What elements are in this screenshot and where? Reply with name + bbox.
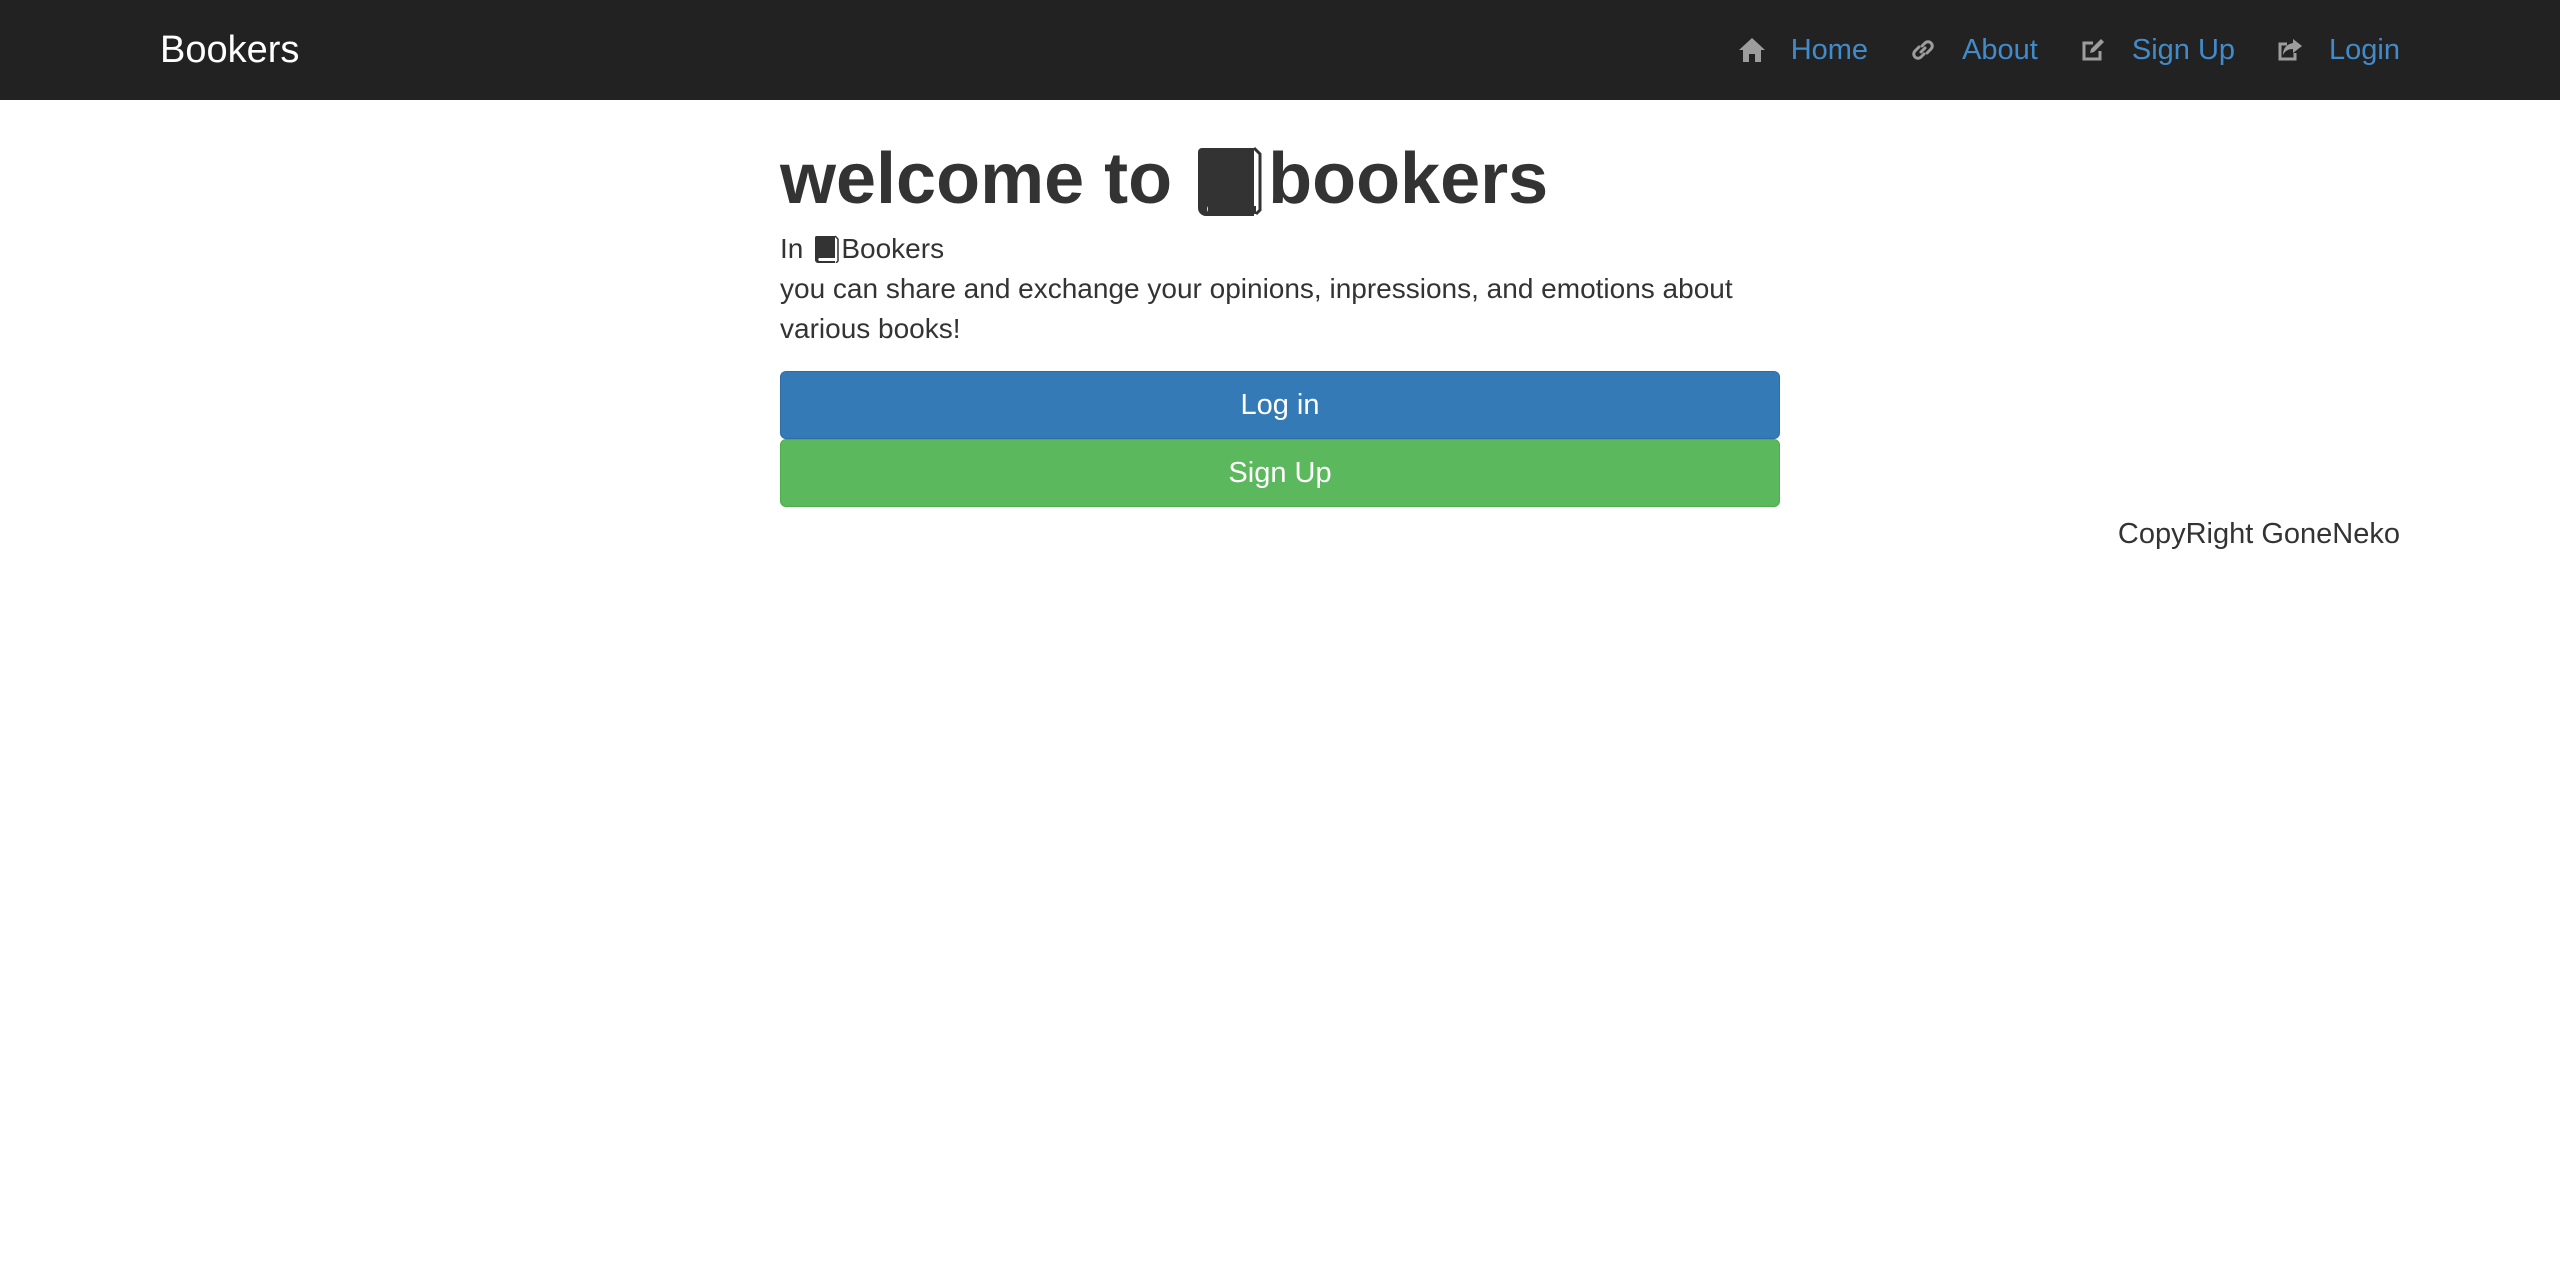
page-title: welcome to bookers <box>780 139 1780 219</box>
link-icon <box>1908 35 1938 65</box>
nav-link-signup[interactable]: Sign Up <box>2132 34 2235 67</box>
nav-menu: Home About Sign Up Login <box>1737 0 2400 100</box>
nav-link-login[interactable]: Login <box>2329 34 2400 67</box>
book-icon <box>813 235 840 264</box>
nav-item-home[interactable]: Home <box>1737 34 1868 67</box>
main-content: welcome to bookers In Bookers you can sh… <box>780 100 1780 508</box>
brand-logo[interactable]: Bookers <box>160 0 299 100</box>
intro-text-block: In Bookers you can share and exchange yo… <box>780 229 1780 349</box>
intro-brand: Bookers <box>841 233 945 265</box>
nav-item-login[interactable]: Login <box>2275 34 2400 67</box>
intro-description: you can share and exchange your opinions… <box>780 273 1733 345</box>
edit-icon <box>2078 35 2108 65</box>
book-icon <box>1194 144 1262 216</box>
nav-item-about[interactable]: About <box>1908 34 2038 67</box>
title-prefix: welcome to <box>780 139 1173 219</box>
footer-copyright: CopyRight GoneNeko <box>2117 518 2400 550</box>
intro-brand-line: In Bookers <box>780 229 1780 269</box>
nav-item-signup[interactable]: Sign Up <box>2078 34 2235 67</box>
signup-button[interactable]: Sign Up <box>780 439 1780 508</box>
intro-prefix: In <box>780 233 804 265</box>
share-icon <box>2275 35 2305 65</box>
navbar: Bookers Home About Sign Up Login <box>0 0 2560 100</box>
login-button[interactable]: Log in <box>780 371 1780 440</box>
title-suffix: bookers <box>1268 139 1549 219</box>
nav-link-about[interactable]: About <box>1962 34 2038 67</box>
nav-link-home[interactable]: Home <box>1791 34 1868 67</box>
home-icon <box>1737 35 1767 65</box>
